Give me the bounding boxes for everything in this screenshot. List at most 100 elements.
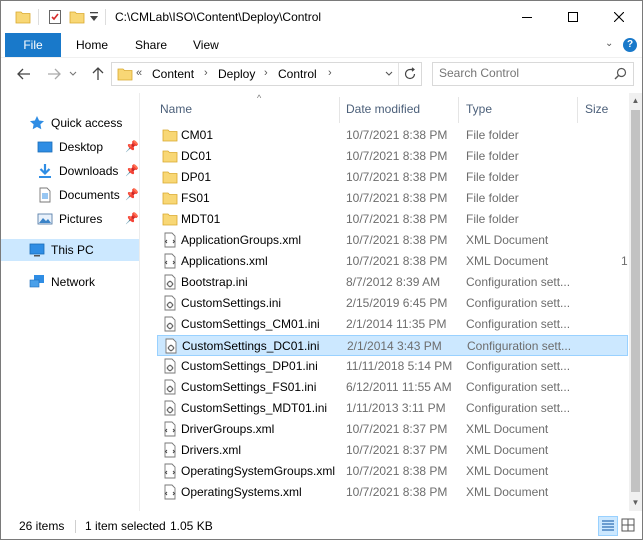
pin-icon[interactable]: 📌 — [125, 188, 139, 201]
details-view-button[interactable] — [598, 516, 618, 536]
large-icons-view-button[interactable] — [619, 516, 639, 536]
file-row[interactable]: CustomSettings.ini 2/15/2019 6:45 PM Confi… — [157, 293, 628, 314]
tab-view[interactable]: View — [193, 38, 219, 52]
file-row[interactable]: CustomSettings_FS01.ini 6/12/2011 11:55 A… — [157, 377, 628, 398]
file-row[interactable]: DP01 10/7/2021 8:38 PM File folder — [157, 167, 628, 188]
file-type: Configuration sett... — [467, 339, 572, 353]
help-button[interactable]: ? — [623, 38, 637, 52]
maximize-button[interactable] — [550, 1, 596, 33]
file-row[interactable]: CustomSettings_DC01.ini 2/1/2014 3:43 PM C… — [157, 335, 628, 356]
column-header-type[interactable]: Type — [459, 97, 577, 123]
refresh-icon[interactable] — [403, 67, 417, 84]
file-row[interactable]: CM01 10/7/2021 8:38 PM File folder — [157, 125, 628, 146]
search-box[interactable] — [432, 62, 634, 86]
file-row[interactable]: CustomSettings_CM01.ini 2/1/2014 11:35 PM… — [157, 314, 628, 335]
nav-item-label: Network — [51, 275, 96, 289]
nav-item-downloads[interactable]: Downloads 📌 — [1, 160, 139, 182]
file-row[interactable]: Bootstrap.ini 8/7/2012 8:39 AM Configurati… — [157, 272, 628, 293]
search-icon[interactable] — [614, 67, 627, 83]
network-icon — [29, 274, 45, 290]
folder-icon[interactable] — [15, 9, 31, 25]
vertical-scrollbar[interactable]: ▲ ▼ — [629, 93, 642, 511]
explorer-window: C:\CMLab\ISO\Content\Deploy\Control File… — [0, 0, 643, 540]
file-name: ApplicationGroups.xml — [181, 233, 302, 247]
file-type: XML Document — [466, 233, 549, 247]
file-date: 1/11/2013 3:11 PM — [346, 401, 446, 415]
selection-count: 1 item selected — [85, 519, 166, 533]
breadcrumb-content[interactable]: Content — [152, 67, 194, 81]
pin-icon[interactable]: 📌 — [125, 140, 139, 153]
file-row[interactable]: FS01 10/7/2021 8:38 PM File folder — [157, 188, 628, 209]
file-row[interactable]: CustomSettings_DP01.ini 11/11/2018 5:14 P… — [157, 356, 628, 377]
file-row[interactable]: Drivers.xml 10/7/2021 8:37 PM XML Document — [157, 440, 628, 461]
config-file-icon — [162, 400, 178, 416]
folder-icon — [117, 66, 133, 85]
nav-item-quick-access[interactable]: Quick access — [1, 112, 139, 134]
scroll-down-icon[interactable]: ▼ — [629, 495, 642, 511]
breadcrumb-deploy[interactable]: Deploy — [218, 67, 255, 81]
file-date: 2/1/2014 3:43 PM — [347, 339, 442, 353]
file-date: 2/15/2019 6:45 PM — [346, 296, 448, 310]
file-name: CM01 — [181, 128, 214, 142]
new-folder-icon[interactable] — [69, 9, 85, 25]
pin-icon[interactable]: 📌 — [125, 212, 139, 225]
file-row[interactable]: Applications.xml 10/7/2021 8:38 PM XML Doc… — [157, 251, 628, 272]
properties-icon[interactable] — [47, 9, 63, 25]
file-list: ^ Name Date modified Type Size CM01 10/7/… — [141, 93, 629, 511]
file-name: CustomSettings_MDT01.ini — [181, 401, 328, 415]
file-row[interactable]: OperatingSystemGroups.xml 10/7/2021 8:38 … — [157, 461, 628, 482]
folder-icon — [162, 169, 178, 185]
window-title: C:\CMLab\ISO\Content\Deploy\Control — [115, 10, 322, 24]
file-row[interactable]: MDT01 10/7/2021 8:38 PM File folder — [157, 209, 628, 230]
breadcrumb-control[interactable]: Control — [278, 67, 317, 81]
forward-button[interactable] — [45, 65, 63, 83]
nav-item-label: Downloads — [59, 164, 119, 178]
item-count: 26 items — [19, 519, 65, 533]
breadcrumb-separator-icon[interactable]: › — [328, 67, 332, 79]
file-name: DP01 — [181, 170, 212, 184]
breadcrumb-separator-icon[interactable]: › — [264, 67, 268, 79]
file-name: OperatingSystemGroups.xml — [181, 464, 336, 478]
pin-icon[interactable]: 📌 — [125, 164, 139, 177]
file-row[interactable]: ApplicationGroups.xml 10/7/2021 8:38 PM XM… — [157, 230, 628, 251]
file-date: 10/7/2021 8:38 PM — [346, 170, 448, 184]
file-name: DriverGroups.xml — [181, 422, 275, 436]
nav-item-pictures[interactable]: Pictures 📌 — [1, 208, 139, 230]
file-row[interactable]: DC01 10/7/2021 8:38 PM File folder — [157, 146, 628, 167]
column-header-size[interactable]: Size — [578, 97, 629, 123]
customize-dropdown-icon[interactable] — [89, 11, 99, 27]
xml-file-icon — [162, 232, 178, 248]
tab-file[interactable]: File — [5, 33, 61, 57]
scroll-thumb[interactable] — [631, 110, 640, 492]
file-name: CustomSettings_DP01.ini — [181, 359, 318, 373]
close-button[interactable] — [596, 1, 642, 33]
breadcrumb-overflow[interactable]: « — [136, 67, 142, 79]
address-dropdown-icon[interactable] — [384, 67, 394, 84]
minimize-button[interactable] — [504, 1, 550, 33]
scroll-up-icon[interactable]: ▲ — [629, 93, 642, 109]
ribbon-expand-icon[interactable]: ⌄ — [605, 38, 613, 49]
column-header-name[interactable]: ^ Name — [157, 93, 327, 123]
breadcrumb-separator-icon[interactable]: › — [204, 67, 208, 79]
file-type: XML Document — [466, 464, 549, 478]
download-icon — [37, 163, 53, 179]
up-button[interactable] — [89, 65, 107, 83]
xml-file-icon — [162, 463, 178, 479]
nav-item-desktop[interactable]: Desktop 📌 — [1, 136, 139, 158]
recent-locations-button[interactable] — [67, 65, 79, 83]
address-bar[interactable]: « Content › Deploy › Control › — [111, 62, 422, 86]
tab-home[interactable]: Home — [76, 38, 108, 52]
nav-item-network[interactable]: Network — [1, 271, 139, 293]
star-icon — [29, 115, 45, 131]
search-input[interactable] — [439, 65, 604, 81]
tab-share[interactable]: Share — [135, 38, 167, 52]
file-row[interactable]: OperatingSystems.xml 10/7/2021 8:38 PM XML… — [157, 482, 628, 503]
file-row[interactable]: CustomSettings_MDT01.ini 1/11/2013 3:11 P… — [157, 398, 628, 419]
xml-file-icon — [162, 253, 178, 269]
back-button[interactable] — [15, 65, 33, 83]
nav-item-this-pc[interactable]: This PC — [1, 239, 139, 261]
column-header-date[interactable]: Date modified — [340, 97, 458, 123]
file-row[interactable]: DriverGroups.xml 10/7/2021 8:37 PM XML Doc… — [157, 419, 628, 440]
nav-item-documents[interactable]: Documents 📌 — [1, 184, 139, 206]
file-type: Configuration sett... — [466, 401, 571, 415]
